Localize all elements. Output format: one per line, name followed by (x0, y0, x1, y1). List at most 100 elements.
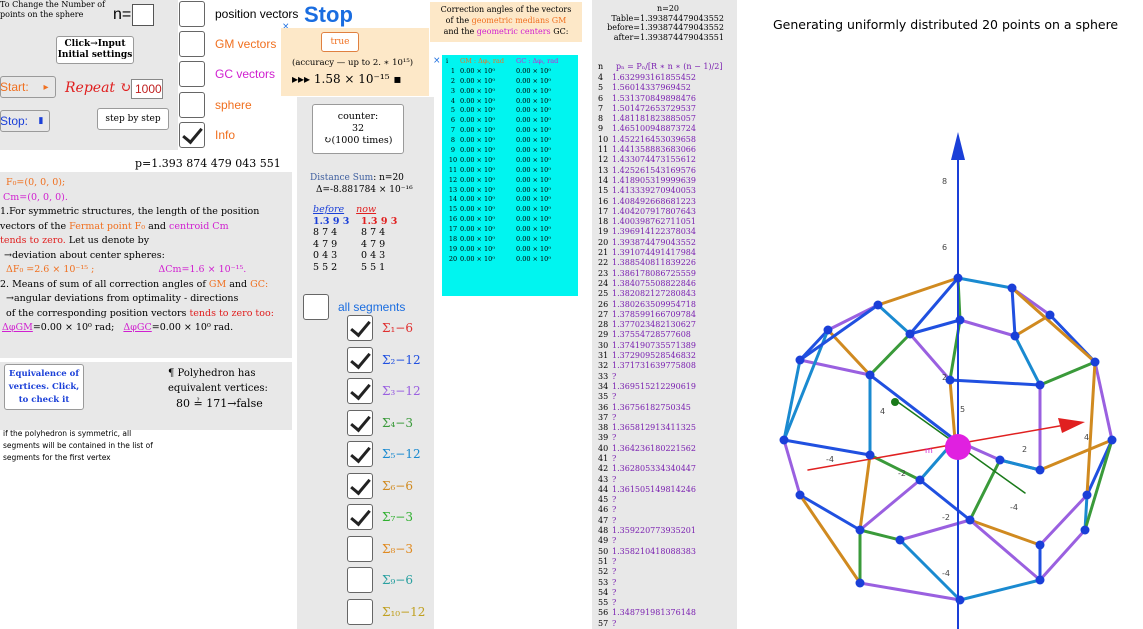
vertex-point (1035, 465, 1045, 475)
axis-tick-label: -4 (826, 455, 834, 464)
axis-tick-label: 4 (880, 407, 885, 416)
segment-checkbox[interactable] (347, 441, 373, 467)
y-axis-end-icon (891, 398, 899, 406)
polyhedron-view[interactable]: m 8 6 2 -2 -4 4 2 -4 -2 -4 4 5 (740, 120, 1143, 629)
correction-table: i GM : Δφᵢ, rad GC : Δφᵢ, rad 1 0.00 × 10… (442, 55, 578, 296)
gc-vectors-checkbox[interactable] (179, 61, 205, 87)
position-vectors-checkbox[interactable] (179, 1, 205, 27)
cyan-close-icon[interactable]: × (433, 56, 441, 66)
table-row: 38 1.365812913411325 (598, 423, 696, 433)
n-input-box[interactable] (132, 4, 154, 26)
gm-vectors-checkbox[interactable] (179, 31, 205, 57)
segment-row[interactable]: Σ₆−6 (347, 472, 467, 499)
step-by-step-button[interactable]: step by step (97, 108, 169, 130)
vertex-point (1090, 357, 1100, 367)
all-segments-checkbox[interactable] (303, 294, 329, 320)
vertex-point (873, 300, 883, 310)
table-row: 34 1.369515212290619 (598, 381, 696, 391)
table-row: 5 1.56014337969452 (598, 83, 691, 93)
segment-row[interactable]: Σ₃−12 (347, 378, 467, 404)
table-row: 43? (598, 474, 617, 484)
segment-row[interactable]: Σ₈−3 (347, 535, 467, 562)
segment-checkbox[interactable] (347, 567, 373, 593)
pn-list: 4 1.632993161855452 5 1.56014337969452 6 1.53… (598, 73, 736, 629)
segment-row[interactable]: Σ₁−6 (347, 315, 467, 341)
segment-checkbox[interactable] (347, 472, 373, 499)
table-row: 4 1.632993161855452 (598, 73, 696, 82)
repeat-label: Repeat ↻ (65, 80, 132, 96)
info-line-1a: 1.For symmetric structures, the length o… (0, 206, 260, 217)
axis-tick-label: -4 (942, 569, 950, 578)
polyhedron-edge (948, 378, 957, 442)
sphere-checkbox[interactable] (179, 92, 205, 118)
gc-vectors-label: GC vectors (215, 67, 276, 81)
segment-checkbox[interactable] (347, 535, 373, 562)
segment-checkbox[interactable] (347, 315, 373, 341)
repeat-icon: ↻ (119, 80, 132, 96)
polyhedron-edge (876, 303, 912, 336)
vertex-point (965, 515, 975, 525)
correction-row: 13 0.00 × 10⁰ 0.00 × 10⁰ (448, 185, 551, 194)
correction-row: 6 0.00 × 10⁰ 0.00 × 10⁰ (450, 116, 551, 125)
table-row: 48 1.359220773935201 (598, 526, 696, 536)
table-row: 42 1.362805334340447 (598, 464, 696, 474)
table-row: 22 1.388540811839226 (598, 258, 696, 268)
segment-row[interactable]: Σ₅−12 (347, 441, 467, 467)
segment-label: Σ₁₀−12 (382, 604, 426, 619)
polyhedron-edge (868, 453, 922, 482)
correction-row: 11 0.00 × 10⁰ 0.00 × 10⁰ (448, 165, 551, 174)
polyhedron-edge (1093, 360, 1114, 442)
repeat-input[interactable]: 1000 (131, 79, 163, 99)
dphi-line: ΔφGM=0.00 × 10⁰ rad; ΔφGC=0.00 × 10⁰ rad… (2, 322, 234, 333)
segment-checkbox[interactable] (347, 409, 373, 436)
vertex-point (1035, 380, 1045, 390)
table-row: 55? (598, 598, 617, 608)
poly-line-2: equivalent vertices: (168, 383, 268, 394)
p-value: p=1.393 874 479 043 551 (135, 157, 281, 170)
correction-row: 17 0.00 × 10⁰ 0.00 × 10⁰ (448, 225, 551, 234)
segment-checkbox[interactable] (347, 346, 373, 373)
start-button[interactable]: ▸ (0, 76, 56, 98)
info-line-1c: tends to zero. Let us denote by (0, 235, 150, 246)
table-row: 50 1.358210418088383 (598, 546, 696, 556)
stop-title[interactable]: Stop (304, 2, 353, 28)
segment-label: Σ₃−12 (382, 384, 421, 398)
polyhedron-edge (958, 318, 1017, 338)
stop-small-button[interactable]: ▮ (0, 110, 50, 132)
segment-row[interactable]: Σ₂−12 (347, 346, 467, 373)
table-row: 51? (598, 556, 617, 566)
table-row: 9 1.465100948873724 (598, 124, 696, 134)
true-button[interactable]: true (321, 32, 359, 52)
info-checkbox[interactable] (179, 122, 205, 148)
cm-value: Cm=(0, 0, 0). (3, 191, 68, 203)
segment-row[interactable]: Σ₇−3 (347, 504, 467, 530)
axis-tick-label: 2 (1022, 445, 1027, 454)
table-row: 12 1.433074473155612 (598, 155, 696, 165)
axis-tick-label: -2 (898, 469, 906, 478)
polyhedron-edge (858, 528, 902, 542)
table-row: 56 1.348791981376148 (598, 608, 696, 618)
table-row: 11 1.441358883683066 (598, 145, 696, 155)
segment-row[interactable]: Σ₁₀−12 (347, 598, 467, 625)
polyhedron-edge (998, 458, 1042, 472)
all-segments-label: all segments (338, 300, 406, 314)
pause-icon: ▮ (38, 115, 44, 126)
polyhedron-edge (782, 438, 872, 457)
vertex-point (1080, 525, 1090, 535)
poly-line-1: ¶ Polyhedron has (168, 368, 256, 379)
equivalence-button[interactable]: Equivalence of vertices. Click, to check… (4, 364, 84, 410)
segment-checkbox[interactable] (347, 598, 373, 625)
axis-tick-label: -2 (942, 513, 950, 522)
correction-title: Correction angles of the vectors of the … (440, 5, 572, 36)
segment-checkbox[interactable] (347, 378, 373, 404)
segment-checkbox[interactable] (347, 504, 373, 530)
accuracy-line-2: ▸▸▸ 1.58 × 10⁻¹⁵ ▪ (292, 72, 402, 86)
polyhedron-edge (968, 458, 1002, 522)
segment-row[interactable]: Σ₄−3 (347, 409, 467, 436)
click-input-button[interactable]: Click→Input Initial settings (56, 36, 134, 64)
graphics-title: Generating uniformly distributed 20 poin… (773, 17, 1119, 32)
pn-col-header: n pₙ = Pₙ/[R ∗ n ∗ (n − 1)/2] (598, 62, 723, 71)
table-row: 40 1.364236180221562 (598, 443, 696, 453)
polyhedron-edge (798, 493, 862, 585)
segment-row[interactable]: Σ₉−6 (347, 567, 467, 593)
